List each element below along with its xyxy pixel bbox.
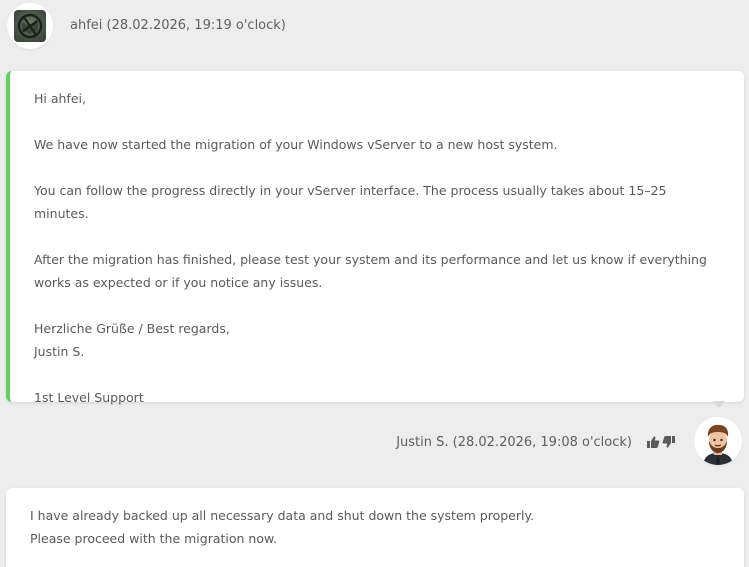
customer-message-card: I have already backed up all necessary d… <box>6 488 744 567</box>
message-paragraph: We have now started the migration of you… <box>34 137 558 152</box>
message-signature: Herzliche Grüße / Best regards, Justin S… <box>34 321 230 359</box>
message-paragraph: You can follow the progress directly in … <box>34 183 667 221</box>
message-paragraph: After the migration has finished, please… <box>34 252 707 290</box>
message-header-customer: ahfei (28.02.2026, 19:19 o'clock) <box>0 0 749 52</box>
agent-author-line: Justin S. (28.02.2026, 19:08 o'clock) <box>396 435 632 450</box>
support-message-body: Hi ahfei, We have now started the migrat… <box>34 87 720 409</box>
customer-author-line: ahfei (28.02.2026, 19:19 o'clock) <box>70 18 286 33</box>
agent-avatar-icon <box>694 417 742 465</box>
speech-arrow <box>713 401 725 408</box>
thumbs-down-icon[interactable] <box>662 434 676 448</box>
message-paragraph: Hi ahfei, <box>34 91 86 106</box>
ticket-thread: ahfei (28.02.2026, 19:19 o'clock) Hi ahf… <box>0 0 749 567</box>
support-message-card: Hi ahfei, We have now started the migrat… <box>6 71 744 405</box>
customer-avatar <box>7 3 53 49</box>
message-rating <box>646 434 676 448</box>
customer-message-text: I have already backed up all necessary d… <box>30 508 535 546</box>
thumbs-up-icon[interactable] <box>646 434 660 448</box>
windows-server-avatar-icon <box>14 10 46 42</box>
message-role: 1st Level Support <box>34 390 144 405</box>
customer-message-body: I have already backed up all necessary d… <box>30 504 720 550</box>
